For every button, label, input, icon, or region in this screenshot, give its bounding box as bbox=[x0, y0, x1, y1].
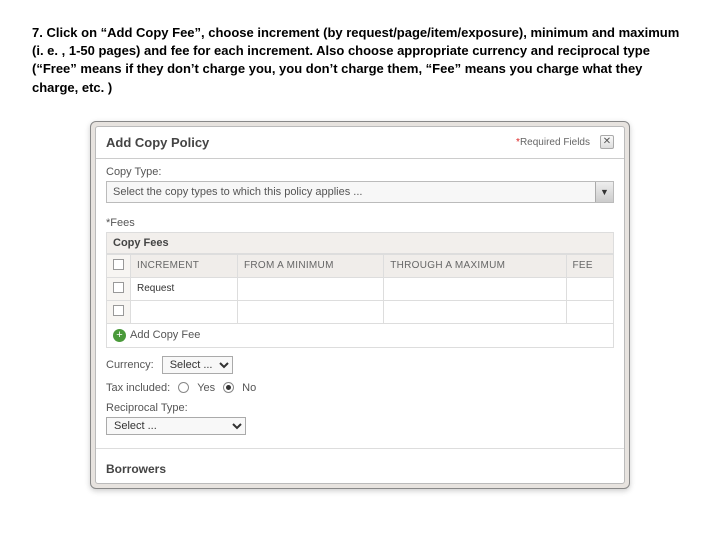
table-row: Request bbox=[107, 277, 614, 300]
copy-type-section: Copy Type: Select the copy types to whic… bbox=[96, 159, 624, 210]
checkbox-all[interactable] bbox=[113, 259, 124, 270]
col-fee: FEE bbox=[566, 254, 614, 277]
required-fields-label: *Required Fields bbox=[516, 137, 590, 148]
tax-label: Tax included: bbox=[106, 382, 170, 394]
divider bbox=[96, 448, 624, 449]
cell-max[interactable] bbox=[384, 277, 566, 300]
dialog-frame: Add Copy Policy *Required Fields ✕ Copy … bbox=[90, 121, 630, 489]
currency-label: Currency: bbox=[106, 359, 154, 371]
row-checkbox[interactable] bbox=[113, 305, 124, 316]
chevron-down-icon: ▼ bbox=[595, 182, 613, 202]
reciprocal-label: Reciprocal Type: bbox=[106, 402, 188, 414]
dialog-header: Add Copy Policy *Required Fields ✕ bbox=[96, 127, 624, 159]
tax-no-label: No bbox=[242, 382, 256, 394]
copy-type-select[interactable]: Select the copy types to which this poli… bbox=[106, 181, 614, 203]
reciprocal-select[interactable]: Select ... bbox=[106, 417, 246, 435]
currency-row: Currency: Select ... bbox=[106, 356, 614, 374]
col-max: THROUGH A MAXIMUM bbox=[384, 254, 566, 277]
tax-yes-radio[interactable] bbox=[178, 382, 189, 393]
tax-yes-label: Yes bbox=[197, 382, 215, 394]
copy-type-label: Copy Type: bbox=[106, 166, 614, 178]
add-copy-fee-label: Add Copy Fee bbox=[130, 329, 200, 341]
tax-row: Tax included: Yes No bbox=[106, 382, 614, 394]
tax-no-radio[interactable] bbox=[223, 382, 234, 393]
plus-icon: + bbox=[113, 329, 126, 342]
copy-type-placeholder: Select the copy types to which this poli… bbox=[113, 186, 362, 198]
fees-label: *Fees bbox=[106, 217, 614, 229]
cell-fee[interactable] bbox=[566, 277, 614, 300]
cell-increment[interactable]: Request bbox=[131, 277, 238, 300]
row-checkbox[interactable] bbox=[113, 282, 124, 293]
cell-min[interactable] bbox=[237, 277, 383, 300]
borrowers-title: Borrowers bbox=[106, 462, 166, 476]
instruction-text: 7. Click on “Add Copy Fee”, choose incre… bbox=[32, 24, 688, 97]
currency-select[interactable]: Select ... bbox=[162, 356, 233, 374]
borrowers-section: Borrowers bbox=[96, 455, 624, 483]
table-header-row: INCREMENT FROM A MINIMUM THROUGH A MAXIM… bbox=[107, 254, 614, 277]
cell-max[interactable] bbox=[384, 300, 566, 323]
cell-increment[interactable] bbox=[131, 300, 238, 323]
col-checkbox bbox=[107, 254, 131, 277]
cell-min[interactable] bbox=[237, 300, 383, 323]
table-row bbox=[107, 300, 614, 323]
col-increment: INCREMENT bbox=[131, 254, 238, 277]
copy-fees-table: INCREMENT FROM A MINIMUM THROUGH A MAXIM… bbox=[106, 254, 614, 324]
close-icon[interactable]: ✕ bbox=[600, 135, 614, 149]
add-copy-fee-button[interactable]: + Add Copy Fee bbox=[106, 324, 614, 348]
dialog-title: Add Copy Policy bbox=[106, 135, 209, 150]
cell-fee[interactable] bbox=[566, 300, 614, 323]
fees-section: *Fees Copy Fees INCREMENT FROM A MINIMUM… bbox=[96, 210, 624, 442]
add-copy-policy-dialog: Add Copy Policy *Required Fields ✕ Copy … bbox=[95, 126, 625, 484]
col-min: FROM A MINIMUM bbox=[237, 254, 383, 277]
reciprocal-row: Reciprocal Type: Select ... bbox=[106, 402, 614, 435]
dialog-header-right: *Required Fields ✕ bbox=[516, 135, 614, 149]
copy-fees-title: Copy Fees bbox=[106, 232, 614, 254]
